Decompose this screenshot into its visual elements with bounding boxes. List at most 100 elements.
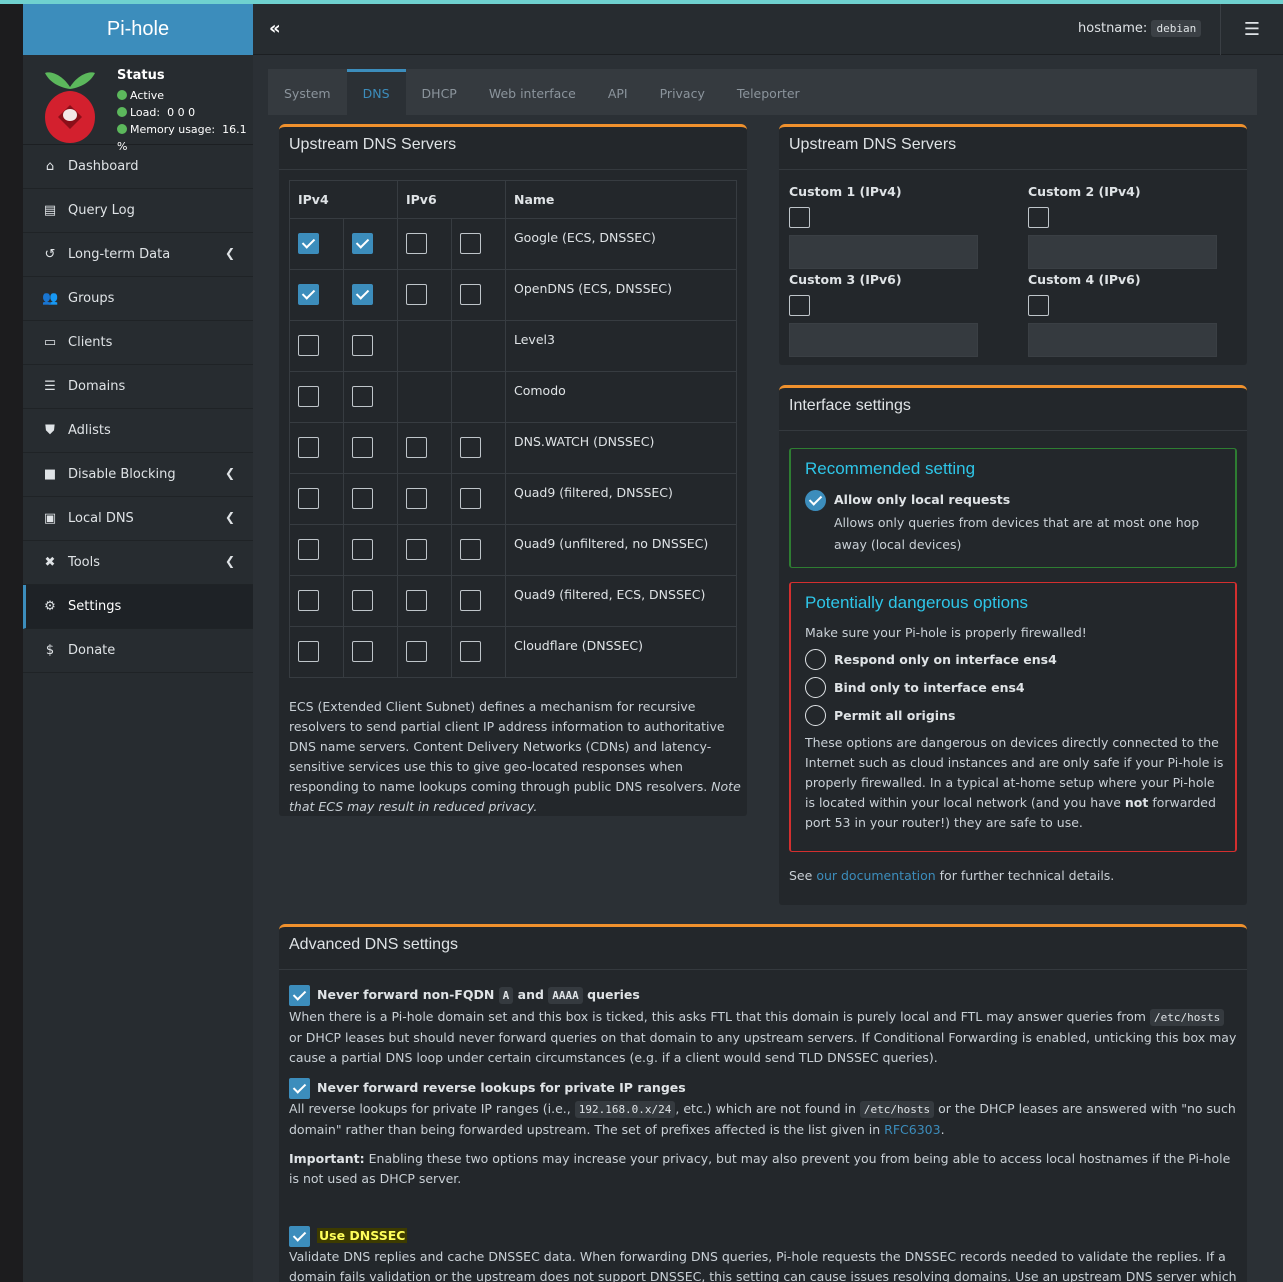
never-forward-reverse-desc: All reverse lookups for private IP range… [289,1101,1236,1137]
sidebar-item-long-term-data[interactable]: ↺ Long-term Data ❮ [23,233,253,277]
server-name: Quad9 (unfiltered, no DNSSEC) [505,524,737,576]
custom4-checkbox[interactable] [1028,295,1049,316]
quad9-filtered-ipv4-1-checkbox[interactable] [298,488,319,509]
tab-system[interactable]: System [268,69,347,115]
use-dnssec-checkbox[interactable] [289,1226,310,1247]
opendns-ipv6-1-checkbox[interactable] [406,284,427,305]
quad9-unfiltered-ipv6-1-checkbox[interactable] [406,539,427,560]
comodo-ipv4-2-checkbox[interactable] [352,386,373,407]
top-navbar: « hostname: debian ☰ [253,4,1283,55]
respond-only-interface-radio[interactable] [805,649,826,670]
upstream-dns-box: Upstream DNS Servers IPv4 IPv6 Name Goog… [279,124,747,816]
interface-settings-title: Interface settings [779,388,1247,431]
never-forward-reverse-checkbox[interactable] [289,1078,310,1099]
upstream-dns-table: IPv4 IPv6 Name Google (ECS, DNSSEC) Open… [289,180,737,678]
quad9-unfiltered-ipv4-1-checkbox[interactable] [298,539,319,560]
documentation-note: See our documentation for further techni… [789,868,1115,883]
chevron-left-icon: ❮ [224,554,235,568]
sidebar-item-donate[interactable]: $ Donate [23,629,253,673]
permit-all-origins-radio[interactable] [805,705,826,726]
sidebar-item-clients[interactable]: ▭ Clients [23,321,253,365]
custom1-checkbox[interactable] [789,207,810,228]
quad9-ecs-ipv6-2-checkbox[interactable] [460,590,481,611]
sidebar-item-local-dns[interactable]: ▣ Local DNS ❮ [23,497,253,541]
server-name: Quad9 (filtered, ECS, DNSSEC) [505,575,737,627]
custom1-input[interactable] [789,235,978,269]
opendns-ipv4-1-checkbox[interactable] [298,284,319,305]
shield-icon: ⛊ [45,422,55,438]
brand-logo[interactable]: Pi-hole [23,4,253,55]
quad9-ecs-ipv4-2-checkbox[interactable] [352,590,373,611]
sidebar: Pi-hole Status Active Load: 0 0 0 Memory… [23,4,253,1282]
cloudflare-ipv4-2-checkbox[interactable] [352,641,373,662]
dnswatch-ipv6-2-checkbox[interactable] [460,437,481,458]
level3-ipv4-2-checkbox[interactable] [352,335,373,356]
home-icon: ⌂ [45,158,55,174]
quad9-unfiltered-ipv4-2-checkbox[interactable] [352,539,373,560]
level3-ipv4-1-checkbox[interactable] [298,335,319,356]
file-icon: ▤ [43,202,57,218]
custom3-input[interactable] [789,323,978,357]
allow-local-radio[interactable] [805,490,826,511]
dnswatch-ipv6-1-checkbox[interactable] [406,437,427,458]
respond-only-interface-label: Respond only on interface ens4 [834,652,1057,667]
quad9-filtered-ipv6-1-checkbox[interactable] [406,488,427,509]
table-row: Quad9 (unfiltered, no DNSSEC) [289,524,737,576]
quad9-ecs-ipv4-1-checkbox[interactable] [298,590,319,611]
use-dnssec-label: Use DNSSEC [317,1228,408,1243]
tab-web-interface[interactable]: Web interface [473,69,592,115]
custom3-checkbox[interactable] [789,295,810,316]
google-ipv4-1-checkbox[interactable] [298,233,319,254]
sidebar-item-groups[interactable]: 👥 Groups [23,277,253,321]
server-name: Quad9 (filtered, DNSSEC) [505,473,737,525]
address-book-icon: ▣ [43,510,57,526]
collapse-sidebar-icon[interactable]: « [269,18,281,39]
tab-api[interactable]: API [592,69,644,115]
sidebar-item-dashboard[interactable]: ⌂ Dashboard [23,145,253,189]
never-forward-fqdn-label: Never forward non-FQDN A and AAAA querie… [317,987,640,1004]
quad9-filtered-ipv4-2-checkbox[interactable] [352,488,373,509]
cloudflare-ipv6-2-checkbox[interactable] [460,641,481,662]
google-ipv4-2-checkbox[interactable] [352,233,373,254]
google-ipv6-2-checkbox[interactable] [460,233,481,254]
never-forward-fqdn-checkbox[interactable] [289,985,310,1006]
status-load: Load: 0 0 0 [117,104,253,121]
google-ipv6-1-checkbox[interactable] [406,233,427,254]
quad9-ecs-ipv6-1-checkbox[interactable] [406,590,427,611]
tab-dhcp[interactable]: DHCP [406,69,473,115]
tab-dns[interactable]: DNS [346,69,406,115]
bind-only-interface-radio[interactable] [805,677,826,698]
custom2-checkbox[interactable] [1028,207,1049,228]
cloudflare-ipv6-1-checkbox[interactable] [406,641,427,662]
table-row: Level3 [289,320,737,372]
history-icon: ↺ [44,246,56,262]
custom4-input[interactable] [1028,323,1217,357]
server-name: Comodo [505,371,737,423]
documentation-link[interactable]: our documentation [816,868,935,883]
quad9-filtered-ipv6-2-checkbox[interactable] [460,488,481,509]
sidebar-item-adlists[interactable]: ⛊ Adlists [23,409,253,453]
rfc6303-link[interactable]: RFC6303 [884,1122,940,1137]
sidebar-item-settings[interactable]: ⚙ Settings [23,585,253,629]
tools-icon: ✖ [44,554,56,570]
permit-all-origins-label: Permit all origins [834,708,956,723]
never-forward-reverse-label: Never forward reverse lookups for privat… [317,1080,686,1095]
dnswatch-ipv4-1-checkbox[interactable] [298,437,319,458]
opendns-ipv6-2-checkbox[interactable] [460,284,481,305]
sidebar-item-domains[interactable]: ☰ Domains [23,365,253,409]
opendns-ipv4-2-checkbox[interactable] [352,284,373,305]
sidebar-item-tools[interactable]: ✖ Tools ❮ [23,541,253,585]
quad9-unfiltered-ipv6-2-checkbox[interactable] [460,539,481,560]
sidebar-item-disable-blocking[interactable]: ■ Disable Blocking ❮ [23,453,253,497]
cloudflare-ipv4-1-checkbox[interactable] [298,641,319,662]
comodo-ipv4-1-checkbox[interactable] [298,386,319,407]
hostname-value: debian [1151,20,1202,37]
dnswatch-ipv4-2-checkbox[interactable] [352,437,373,458]
sidebar-item-query-log[interactable]: ▤ Query Log [23,189,253,233]
tab-teleporter[interactable]: Teleporter [721,69,816,115]
recommended-title: Recommended setting [805,459,976,478]
tab-privacy[interactable]: Privacy [644,69,721,115]
custom2-input[interactable] [1028,235,1217,269]
menu-icon[interactable]: ☰ [1220,4,1283,55]
status-block: Status Active Load: 0 0 0 Memory usage: … [117,67,253,155]
